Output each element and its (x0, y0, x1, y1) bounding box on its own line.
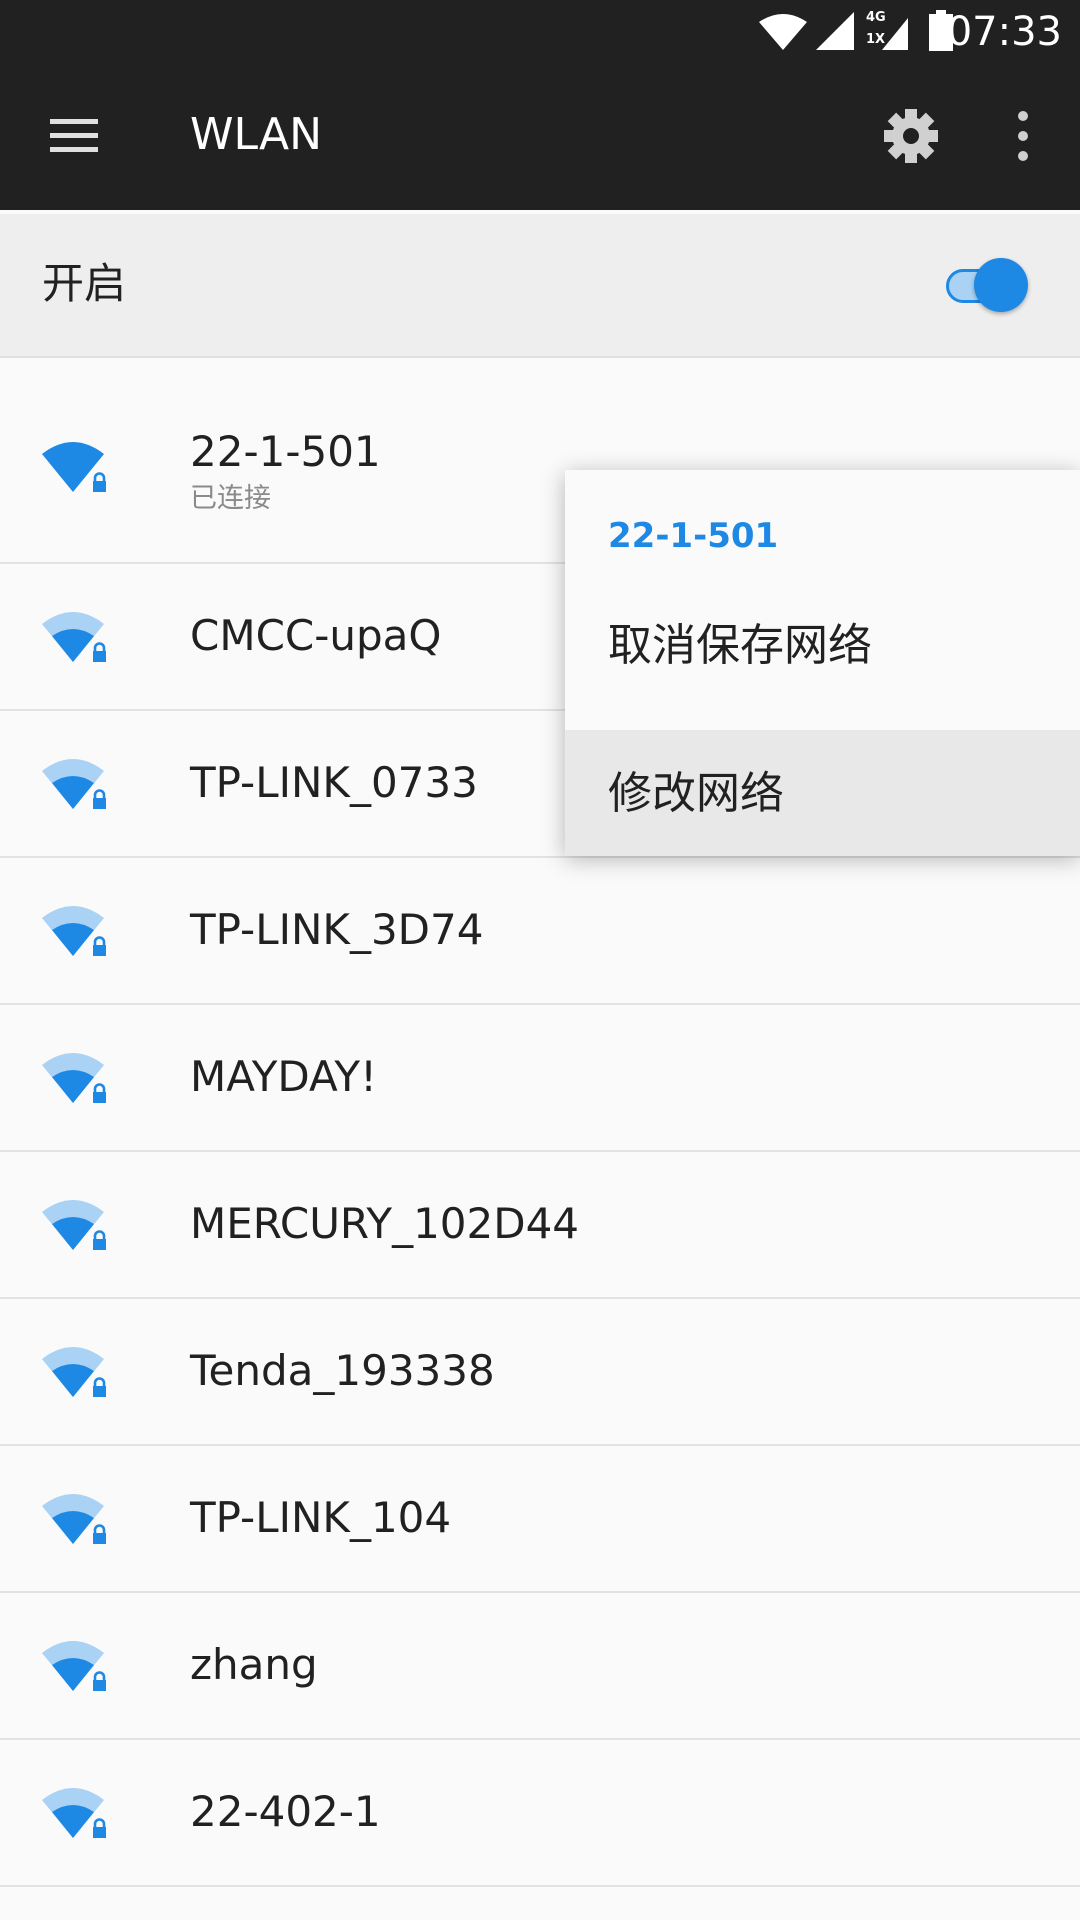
context-menu-title: 22-1-501 (608, 516, 779, 556)
wifi-network-name: TP-LINK_104 (190, 1493, 452, 1542)
wlan-switch[interactable] (940, 254, 1030, 314)
app-bar: WLAN (0, 63, 1080, 210)
wifi-network-row[interactable]: TP-LINK_3D74 (0, 858, 1080, 1005)
wifi-signal-lock-icon (42, 1641, 106, 1691)
wifi-signal-lock-icon (42, 1788, 106, 1838)
gear-icon[interactable] (882, 107, 940, 165)
wifi-signal-lock-icon (42, 1200, 106, 1250)
wifi-network-name: TP-LINK_0733 (190, 758, 478, 807)
wifi-network-row[interactable]: 22-402-1 (0, 1740, 1080, 1887)
network-type-indicator: 4G 1X (866, 8, 908, 54)
wifi-status-icon (759, 14, 807, 50)
network-context-menu: 22-1-501 取消保存网络 修改网络 (565, 470, 1080, 856)
wifi-signal-lock-icon (42, 1347, 106, 1397)
wifi-network-row[interactable]: Tenda_193338 (0, 1299, 1080, 1446)
wifi-signal-lock-icon (42, 1053, 106, 1103)
wifi-network-status: 已连接 (190, 483, 271, 514)
status-time: 07:33 (946, 9, 1062, 55)
wifi-network-name: MERCURY_102D44 (190, 1199, 580, 1248)
wifi-network-row[interactable]: zhang (0, 1593, 1080, 1740)
wifi-network-name: 22-1-501 (190, 427, 381, 476)
wifi-signal-lock-icon (42, 612, 106, 662)
wifi-network-name: zhang (190, 1640, 318, 1689)
wifi-network-name: MAYDAY! (190, 1052, 377, 1101)
data-signal-icon (882, 18, 908, 50)
menu-icon[interactable] (44, 115, 104, 157)
wifi-network-row[interactable]: TP-LINK_104 (0, 1446, 1080, 1593)
cell-signal-icon (816, 12, 854, 50)
overflow-icon[interactable] (1005, 107, 1041, 165)
wifi-signal-lock-icon (42, 442, 106, 492)
switch-thumb (974, 258, 1028, 312)
wifi-network-row[interactable]: MAYDAY! (0, 1005, 1080, 1152)
wifi-network-row[interactable]: MERCURY_102D44 (0, 1152, 1080, 1299)
page-title: WLAN (190, 109, 323, 160)
wifi-network-name: TP-LINK_3D74 (190, 905, 484, 954)
forget-network-option[interactable]: 取消保存网络 (565, 582, 1080, 708)
status-bar: 4G 1X 07:33 (0, 0, 1080, 63)
wifi-signal-lock-icon (42, 1494, 106, 1544)
wifi-network-name: 22-402-1 (190, 1787, 381, 1836)
wlan-toggle-row[interactable]: 开启 (0, 214, 1080, 358)
wifi-network-name: Tenda_193338 (190, 1346, 495, 1395)
modify-network-label: 修改网络 (608, 768, 784, 819)
wifi-network-name: CMCC-upaQ (190, 611, 442, 660)
modify-network-option[interactable]: 修改网络 (565, 730, 1080, 856)
forget-network-label: 取消保存网络 (608, 620, 872, 671)
wifi-signal-lock-icon (42, 906, 106, 956)
wlan-toggle-label: 开启 (42, 259, 127, 308)
wifi-signal-lock-icon (42, 759, 106, 809)
